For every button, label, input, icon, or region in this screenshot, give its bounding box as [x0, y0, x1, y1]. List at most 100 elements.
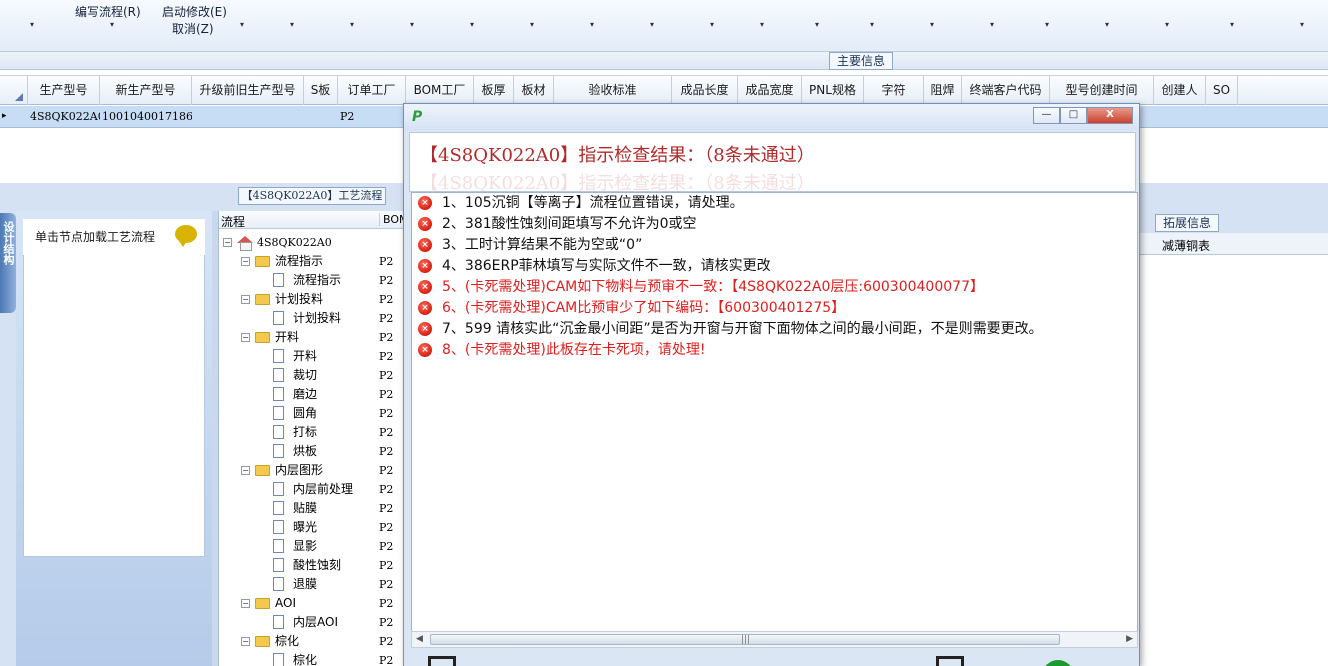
- tree-node[interactable]: 计划投料 P2: [219, 309, 409, 328]
- list-item[interactable]: × 3、工时计算结果不能为空或“0”: [412, 235, 1137, 256]
- list-item[interactable]: × 2、381酸性蚀刻间距填写不允许为0或空: [412, 214, 1137, 235]
- chevron-down-icon[interactable]: ▾: [815, 20, 819, 29]
- chevron-down-icon[interactable]: ▾: [290, 20, 294, 29]
- tree-node[interactable]: 流程指示 P2: [219, 271, 409, 290]
- chevron-down-icon[interactable]: ▾: [590, 20, 594, 29]
- column-header[interactable]: 新生产型号: [100, 76, 192, 105]
- chevron-down-icon[interactable]: ▾: [350, 20, 354, 29]
- tree-node[interactable]: − 开料 P2: [219, 328, 409, 347]
- chevron-down-icon[interactable]: ▾: [1230, 20, 1234, 29]
- column-header[interactable]: 成品宽度: [738, 76, 802, 105]
- chevron-down-icon[interactable]: ▾: [1045, 20, 1049, 29]
- list-item[interactable]: × 5、(卡死需处理)CAM如下物料与预审不一致：【4S8QK022A0层压:60…: [412, 277, 1137, 298]
- tree-node[interactable]: 内层前处理 P2: [219, 480, 409, 499]
- tree-node[interactable]: 圆角 P2: [219, 404, 409, 423]
- column-header[interactable]: 阻焊: [924, 76, 962, 105]
- chevron-down-icon[interactable]: ▾: [410, 20, 414, 29]
- chevron-down-icon[interactable]: ▾: [650, 20, 654, 29]
- tree-node[interactable]: 曝光 P2: [219, 518, 409, 537]
- column-header[interactable]: S板: [304, 76, 338, 105]
- tree-node[interactable]: − 计划投料 P2: [219, 290, 409, 309]
- back-icon[interactable]: [936, 656, 964, 666]
- tab-main-info[interactable]: 主要信息: [829, 52, 893, 70]
- scroll-left-arrow-icon[interactable]: ◀: [416, 634, 423, 644]
- ribbon-item[interactable]: 编写流程(R): [75, 3, 141, 20]
- tree-expander-icon[interactable]: −: [241, 295, 250, 304]
- tab-process-flow[interactable]: 【4S8QK022A0】工艺流程: [238, 187, 386, 205]
- tab-extended-info[interactable]: 拓展信息: [1155, 214, 1219, 232]
- export-icon[interactable]: [428, 656, 456, 666]
- tree-expander-icon[interactable]: −: [241, 333, 250, 342]
- tree-node[interactable]: 棕化 P2: [219, 651, 409, 666]
- tree-expander-icon[interactable]: −: [241, 466, 250, 475]
- chevron-down-icon[interactable]: ▾: [470, 20, 474, 29]
- scroll-right-arrow-icon[interactable]: ▶: [1126, 634, 1133, 644]
- row-indicator-header[interactable]: [0, 76, 28, 105]
- tree-node[interactable]: − 棕化 P2: [219, 632, 409, 651]
- tree-node[interactable]: 显影 P2: [219, 537, 409, 556]
- tree-node[interactable]: 退膜 P2: [219, 575, 409, 594]
- chevron-down-icon[interactable]: ▾: [1105, 20, 1109, 29]
- column-header[interactable]: 字符: [864, 76, 924, 105]
- maximize-button[interactable]: □: [1060, 107, 1087, 124]
- horizontal-scrollbar[interactable]: ◀ ||| ▶: [411, 631, 1138, 648]
- column-header[interactable]: 板厚: [474, 76, 514, 105]
- column-header[interactable]: PNL规格: [802, 76, 864, 105]
- list-item[interactable]: × 7、599 请核实此“沉金最小间距”是否为开窗与开窗下面物体之间的最小间距，不…: [412, 319, 1137, 340]
- tree-node[interactable]: − 内层图形 P2: [219, 461, 409, 480]
- column-header[interactable]: BOM工厂: [406, 76, 474, 105]
- chevron-down-icon[interactable]: ▾: [30, 20, 34, 29]
- column-header[interactable]: 生产型号: [28, 76, 100, 105]
- tree-node[interactable]: − 流程指示 P2: [219, 252, 409, 271]
- chevron-down-icon[interactable]: ▾: [1165, 20, 1169, 29]
- list-item[interactable]: × 6、(卡死需处理)CAM比预审少了如下编码：【600300401275】: [412, 298, 1137, 319]
- tree-node[interactable]: 打标 P2: [219, 423, 409, 442]
- chevron-down-icon[interactable]: ▾: [1300, 20, 1304, 29]
- dialog-titlebar[interactable]: P — □ X: [404, 104, 1139, 130]
- column-header[interactable]: 订单工厂: [338, 76, 406, 105]
- tree-expander-icon[interactable]: −: [241, 257, 250, 266]
- tree-node[interactable]: 烘板 P2: [219, 442, 409, 461]
- vertical-tab-design-structure[interactable]: 设计结构: [0, 213, 16, 313]
- tree-node[interactable]: 内层AOI P2: [219, 613, 409, 632]
- close-button[interactable]: X: [1087, 107, 1133, 124]
- column-header[interactable]: 板材: [514, 76, 554, 105]
- chevron-down-icon[interactable]: ▾: [710, 20, 714, 29]
- chevron-down-icon[interactable]: ▾: [930, 20, 934, 29]
- column-header[interactable]: SO: [1206, 76, 1238, 105]
- column-header[interactable]: 创建人: [1154, 76, 1206, 105]
- tree-node[interactable]: − AOI P2: [219, 594, 409, 613]
- cell-order-factory[interactable]: P2: [338, 106, 406, 127]
- tree-expander-icon[interactable]: −: [241, 599, 250, 608]
- scrollbar-thumb[interactable]: |||: [430, 634, 1060, 645]
- tree-expander-icon[interactable]: −: [223, 238, 232, 247]
- cell-new-model[interactable]: 10010400171861: [100, 106, 192, 127]
- chevron-down-icon[interactable]: ▾: [760, 20, 764, 29]
- chevron-down-icon[interactable]: ▾: [110, 20, 114, 29]
- column-header[interactable]: 终端客户代码: [962, 76, 1050, 105]
- tree-expander-icon[interactable]: −: [241, 637, 250, 646]
- cell-model[interactable]: 4S8QK022A0: [28, 106, 100, 127]
- column-header[interactable]: 升级前旧生产型号: [192, 76, 304, 105]
- minimize-button[interactable]: —: [1033, 107, 1060, 124]
- tree-node[interactable]: 贴膜 P2: [219, 499, 409, 518]
- chevron-down-icon[interactable]: ▾: [530, 20, 534, 29]
- thinned-copper-table-label[interactable]: 减薄铜表: [1162, 237, 1210, 254]
- list-item[interactable]: × 8、(卡死需处理)此板存在卡死项，请处理!: [412, 340, 1137, 361]
- chevron-down-icon[interactable]: ▾: [990, 20, 994, 29]
- column-header[interactable]: 型号创建时间: [1050, 76, 1154, 105]
- chevron-down-icon[interactable]: ▾: [240, 20, 244, 29]
- tree-node[interactable]: − 4S8QK022A0: [219, 233, 409, 252]
- list-item[interactable]: × 4、386ERP菲林填写与实际文件不一致，请核实更改: [412, 256, 1137, 277]
- confirm-icon[interactable]: [1042, 660, 1074, 666]
- ribbon-item[interactable]: 取消(Z): [172, 20, 214, 37]
- tree-node[interactable]: 开料 P2: [219, 347, 409, 366]
- list-item[interactable]: × 1、105沉铜【等离子】流程位置错误，请处理。: [412, 193, 1137, 214]
- column-header[interactable]: 验收标准: [554, 76, 672, 105]
- ribbon-item[interactable]: 启动修改(E): [162, 3, 227, 20]
- tree-node[interactable]: 裁切 P2: [219, 366, 409, 385]
- tree-node[interactable]: 磨边 P2: [219, 385, 409, 404]
- column-header[interactable]: 成品长度: [672, 76, 738, 105]
- tree-node[interactable]: 酸性蚀刻 P2: [219, 556, 409, 575]
- chevron-down-icon[interactable]: ▾: [870, 20, 874, 29]
